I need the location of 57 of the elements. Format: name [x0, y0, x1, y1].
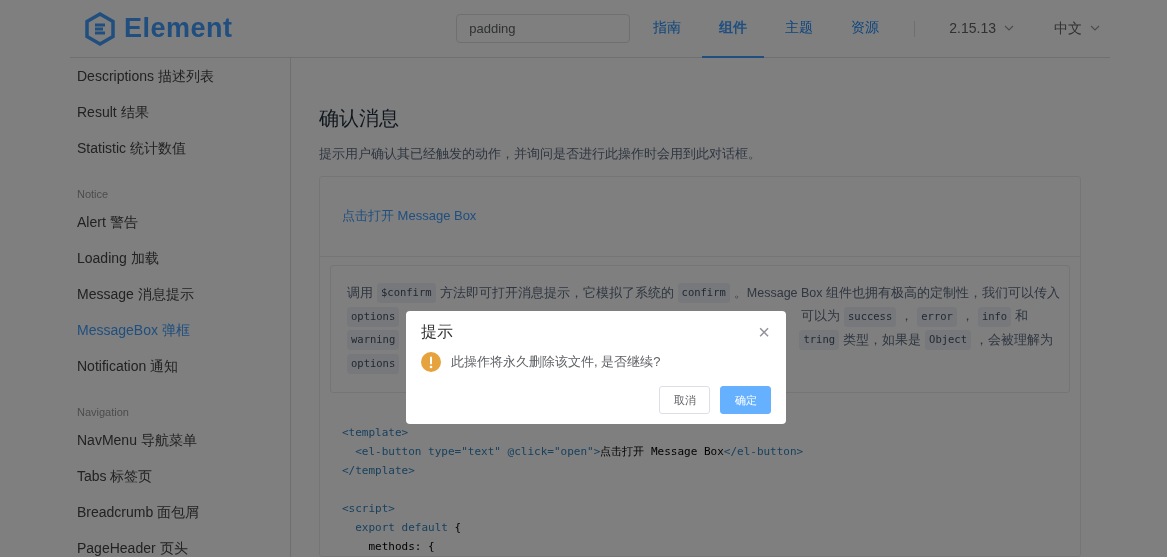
code-line: <el-button type="text" @click="open">点击打开 Message Box</el-button> [355, 444, 804, 458]
language-select[interactable]: 中文 [1054, 18, 1082, 39]
sidebar-item[interactable]: Breadcrumb 面包屑 [77, 494, 290, 530]
inline-code: info [977, 306, 1012, 327]
sidebar-item[interactable]: Descriptions 描述列表 [77, 58, 290, 94]
cancel-button[interactable]: 取消 [659, 386, 710, 414]
doc-text: 可以为 [801, 308, 840, 326]
sidebar-item[interactable]: Loading 加载 [77, 240, 290, 276]
sidebar-item[interactable]: Alert 警告 [77, 204, 290, 240]
doc-text: ， [900, 308, 914, 326]
inline-code: $confirm [377, 283, 436, 304]
confirm-button[interactable]: 确定 [720, 386, 771, 414]
doc-text: 和 [1015, 308, 1029, 326]
nav-link[interactable]: 主题 [768, 0, 831, 58]
caret-icon [1090, 25, 1100, 32]
section-description: 提示用户确认其已经触发的动作，并询问是否进行此操作时会用到此对话框。 [319, 145, 762, 163]
logo-text: Element [124, 12, 233, 46]
logo-icon [84, 11, 116, 46]
code-line: <template> [342, 425, 409, 439]
code-line: export default { [355, 520, 462, 534]
sidebar-item[interactable]: Notification 通知 [77, 348, 290, 384]
sidebar-item[interactable]: Message 消息提示 [77, 276, 290, 312]
dialog-title: 提示 [421, 322, 453, 342]
sidebar-item[interactable]: Result 结果 [77, 94, 290, 130]
inline-code: warning [347, 330, 400, 351]
doc-text: 方法即可打开消息提示，它模拟了系统的 [439, 284, 674, 302]
dialog-message: 此操作将永久删除该文件, 是否继续? [451, 353, 661, 372]
doc-text: ，会被理解为 [975, 331, 1053, 349]
sidebar-item[interactable]: NavMenu 导航菜单 [77, 422, 290, 458]
inline-code: Object [925, 330, 971, 351]
close-button[interactable]: × [756, 320, 772, 344]
warning-icon [421, 352, 441, 372]
inline-code: confirm [677, 283, 730, 304]
sidebar-item[interactable]: Tabs 标签页 [77, 458, 290, 494]
caret-icon [1004, 25, 1014, 32]
doc-text: 类型，如果是 [843, 331, 922, 349]
sidebar-item[interactable]: PageHeader 页头 [77, 530, 290, 557]
doc-text: 调用 [347, 284, 373, 302]
sidebar-item[interactable]: Statistic 统计数值 [77, 130, 290, 166]
code-line: <script> [342, 501, 395, 515]
inline-code: options [347, 353, 400, 374]
inline-code: options [347, 306, 400, 327]
inline-code: error [917, 306, 957, 327]
code-line: </template> [342, 463, 415, 477]
demo-link[interactable]: 点击打开 Message Box [342, 206, 477, 226]
nav-link[interactable]: 指南 [636, 0, 699, 58]
nav-link[interactable]: 资源 [834, 0, 897, 58]
inline-code: tring [799, 330, 840, 351]
nav-link[interactable]: 组件 [702, 0, 765, 58]
code-line: methods: { [368, 539, 435, 553]
sidebar-item[interactable]: MessageBox 弹框 [77, 312, 290, 348]
doc-text: ， [960, 308, 974, 326]
version-select[interactable]: 2.15.13 [949, 18, 996, 39]
section-title: 确认消息 [319, 106, 400, 130]
inline-code: success [844, 306, 897, 327]
doc-text: 。Message Box 组件也拥有极高的定制性，我们可以传入 [733, 284, 1061, 302]
search-field[interactable]: padding [456, 14, 631, 43]
